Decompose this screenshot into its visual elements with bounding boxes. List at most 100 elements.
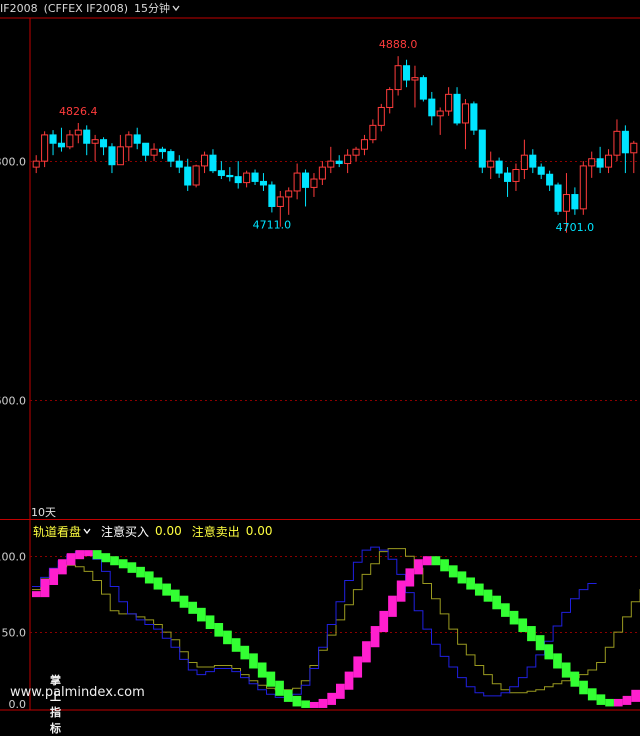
exchange-label: (CFFEX IF2008) [43,1,129,15]
candle-body [520,154,528,170]
buy-value: 0.00 [155,524,182,538]
candle-body [57,142,65,148]
trend-block [153,577,163,590]
candle-body [184,166,192,186]
trend-block [118,559,128,569]
trend-block [58,559,67,575]
candle-body [201,154,209,167]
trend-block [266,671,276,687]
chevron-down-icon [83,528,91,535]
trend-block [535,635,545,651]
bar-count-label: 10天 [31,506,56,519]
indicator-tick-label: 50.0 [2,627,27,640]
trend-block [197,607,206,622]
candle-body [445,93,453,112]
trend-block [179,595,189,608]
trend-block [414,559,423,575]
trend-block [527,626,536,642]
candle-body [158,148,166,153]
trend-block [553,653,562,669]
candle-body [613,130,621,156]
trend-block [214,623,224,637]
candle-body [243,172,251,184]
candle-body [116,146,124,166]
trend-block [622,695,632,705]
trend-block [362,641,371,663]
candle-body [175,160,183,168]
trend-block [292,695,302,707]
trend-block [570,671,580,687]
trend-block [136,566,145,578]
trend-block [283,689,293,702]
candle-body [495,160,503,174]
period-selector[interactable]: 15分钟 [134,0,180,16]
candle-body [268,184,276,207]
y-tick-label: 800.0 [0,156,26,169]
candle-body [504,172,512,182]
trend-block [32,591,41,598]
candle-body [108,146,116,166]
candle-body [125,134,133,148]
candle-body [562,194,570,212]
price-annotation: 4826.4 [59,105,98,118]
price-annotation: 4701.0 [556,221,595,234]
trend-block [49,568,59,585]
trend-block [240,645,250,660]
y-tick-label: 600.0 [0,395,26,408]
indicator-selector[interactable]: 轨道看盘 [33,523,91,540]
candle-body [588,158,596,167]
trend-block [422,556,432,566]
trend-block [110,556,119,566]
trend-block [544,644,554,660]
candle-body [335,160,343,165]
candle-body [217,170,225,176]
trend-block [344,671,354,690]
candle-body [32,160,40,168]
candle-body [344,154,352,165]
candle-body [251,172,259,182]
candle-body [49,134,57,144]
trend-block [92,550,102,560]
candle-body [428,98,436,117]
indicator-tick-label: 100.0 [0,551,26,564]
candle-body [192,165,200,186]
chart-canvas: 800.0 600.0 4826.4 4888.0 4711.0 4701.0 100.… [0,17,640,711]
main-chart-frame [0,17,640,710]
candle-body [605,154,613,168]
chevron-down-icon [172,5,180,12]
trend-block [205,615,215,630]
candle-body [167,151,175,162]
trend-block [40,578,50,598]
watermark-cn: 掌上指标 [50,674,67,735]
trend-block [379,610,389,633]
candle-body [403,65,411,81]
trend-block [223,630,232,645]
trend-block [448,565,458,578]
trend-block [301,700,310,708]
candle-body [512,168,520,182]
symbol-label: IF2008 [0,1,38,15]
candle-body [478,129,486,168]
candle-body [579,165,587,210]
candle-body [360,139,368,150]
candle-body [83,129,91,144]
candle-body [74,129,82,136]
candle-body [41,134,49,162]
trend-block [518,618,528,633]
candle-body [630,142,638,154]
candle-body [386,89,394,108]
sell-value: 0.00 [245,524,273,538]
candle-body [621,130,629,154]
trend-block [561,662,571,678]
candle-body [546,173,554,186]
indicator-name: 轨道看盘 [33,524,82,539]
candle-body [100,139,108,148]
trend-block [170,589,180,602]
candle-body [596,158,604,168]
candle-body [226,174,234,178]
candle-body [318,166,326,180]
candle-body [461,103,469,124]
trend-block [275,680,284,696]
trend-block [501,603,510,617]
candle-body [276,196,284,207]
